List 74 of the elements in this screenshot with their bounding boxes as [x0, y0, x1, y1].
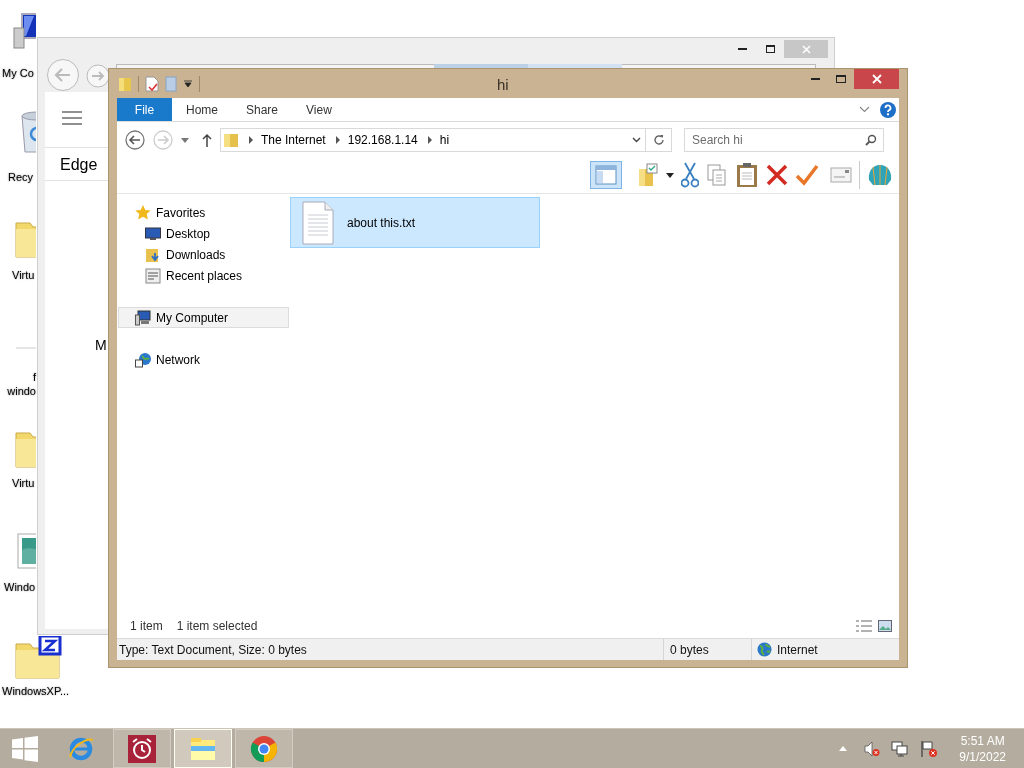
- caret-up-icon[interactable]: [839, 746, 848, 751]
- menu-title[interactable]: Edge: [60, 153, 98, 177]
- pane-icon: [595, 165, 617, 185]
- icon-label[interactable]: My Co: [2, 66, 34, 80]
- tricolor-circle-icon: [250, 734, 278, 763]
- speaker-muted-icon[interactable]: [864, 740, 881, 757]
- heading-text: M: [95, 336, 107, 355]
- ribbon-tab[interactable]: View: [292, 98, 346, 121]
- globe-icon: [757, 642, 772, 657]
- breadcrumb-item[interactable]: hi: [439, 131, 450, 149]
- delete-icon[interactable]: [766, 164, 788, 186]
- menu-icon[interactable]: [62, 111, 82, 125]
- size-text: 0 bytes: [663, 639, 751, 660]
- status-text: Type: Text Document, Size: 0 bytes: [118, 641, 308, 659]
- window-title: hi: [497, 75, 509, 95]
- icon-label[interactable]: Windo: [4, 580, 36, 594]
- taskbar-button[interactable]: [113, 729, 171, 768]
- icon-label[interactable]: Virtu: [12, 268, 35, 282]
- preview-pane-button[interactable]: [590, 161, 622, 189]
- close-icon: [801, 44, 811, 54]
- chevron-down-icon[interactable]: [859, 106, 870, 113]
- properties-icon[interactable]: [145, 75, 159, 92]
- refresh-icon: [652, 134, 665, 146]
- ribbon-tab[interactable]: File: [117, 98, 172, 121]
- up-arrow-icon[interactable]: [202, 133, 212, 147]
- zip-folder-icon[interactable]: [14, 636, 62, 680]
- back-button[interactable]: [125, 130, 145, 150]
- icon-label[interactable]: f windo: [6, 370, 36, 398]
- ribbon-tab[interactable]: Home: [172, 98, 232, 121]
- details-view-icon[interactable]: [856, 619, 872, 632]
- ribbon-tab[interactable]: Share: [232, 98, 293, 121]
- monitor-icon: [145, 225, 161, 242]
- nav-item[interactable]: Downloads: [118, 244, 289, 265]
- network-globe-icon: [135, 351, 151, 368]
- dropdown-icon[interactable]: [183, 78, 193, 89]
- address-bar[interactable]: The Internet 192.168.1.14 hi: [220, 128, 646, 152]
- star-icon: [135, 204, 151, 221]
- nav-item[interactable]: Network: [118, 349, 289, 370]
- icon-label[interactable]: Recy: [8, 170, 34, 184]
- nav-item[interactable]: Recent places: [118, 265, 289, 286]
- windows-logo-icon: [12, 735, 38, 762]
- nav-item[interactable]: My Computer: [118, 307, 289, 328]
- breadcrumb-item[interactable]: The Internet: [261, 131, 326, 149]
- refresh-button[interactable]: [646, 128, 672, 152]
- file-tile[interactable]: about this.txt: [290, 197, 540, 248]
- folder-check-icon[interactable]: [637, 163, 659, 187]
- selection-count: 1 item selected: [176, 617, 258, 635]
- nav-item[interactable]: Favorites: [118, 202, 289, 223]
- computer-icon: [135, 309, 151, 326]
- search-field[interactable]: Search hi: [684, 128, 884, 152]
- item-count: 1 item: [130, 617, 163, 635]
- icon-label[interactable]: Virtu: [12, 476, 35, 490]
- cut-icon[interactable]: [681, 162, 699, 188]
- close-button[interactable]: [854, 69, 899, 89]
- help-icon[interactable]: [880, 101, 896, 118]
- icon-label[interactable]: WindowsXP...: [2, 684, 70, 698]
- nav-item[interactable]: Desktop: [118, 223, 289, 244]
- close-icon: [871, 74, 882, 84]
- checkmark-icon[interactable]: [795, 164, 819, 186]
- shell-icon[interactable]: [867, 163, 893, 187]
- clipboard-icon[interactable]: [735, 162, 759, 188]
- folder-icon: [223, 132, 239, 148]
- alarm-clock-icon: [128, 734, 156, 763]
- breadcrumb-item[interactable]: 192.168.1.14: [347, 131, 418, 149]
- document-icon: [301, 200, 335, 245]
- forward-button[interactable]: [86, 64, 110, 88]
- large-icons-view-icon[interactable]: [878, 619, 892, 632]
- caret-down-icon[interactable]: [666, 172, 674, 178]
- network-icon[interactable]: [891, 740, 910, 757]
- dropdown-icon[interactable]: [632, 137, 641, 143]
- rename-icon[interactable]: [830, 167, 852, 183]
- zone-text: Internet: [777, 641, 818, 659]
- flag-icon[interactable]: [920, 739, 939, 758]
- recent-places-icon: [145, 267, 161, 284]
